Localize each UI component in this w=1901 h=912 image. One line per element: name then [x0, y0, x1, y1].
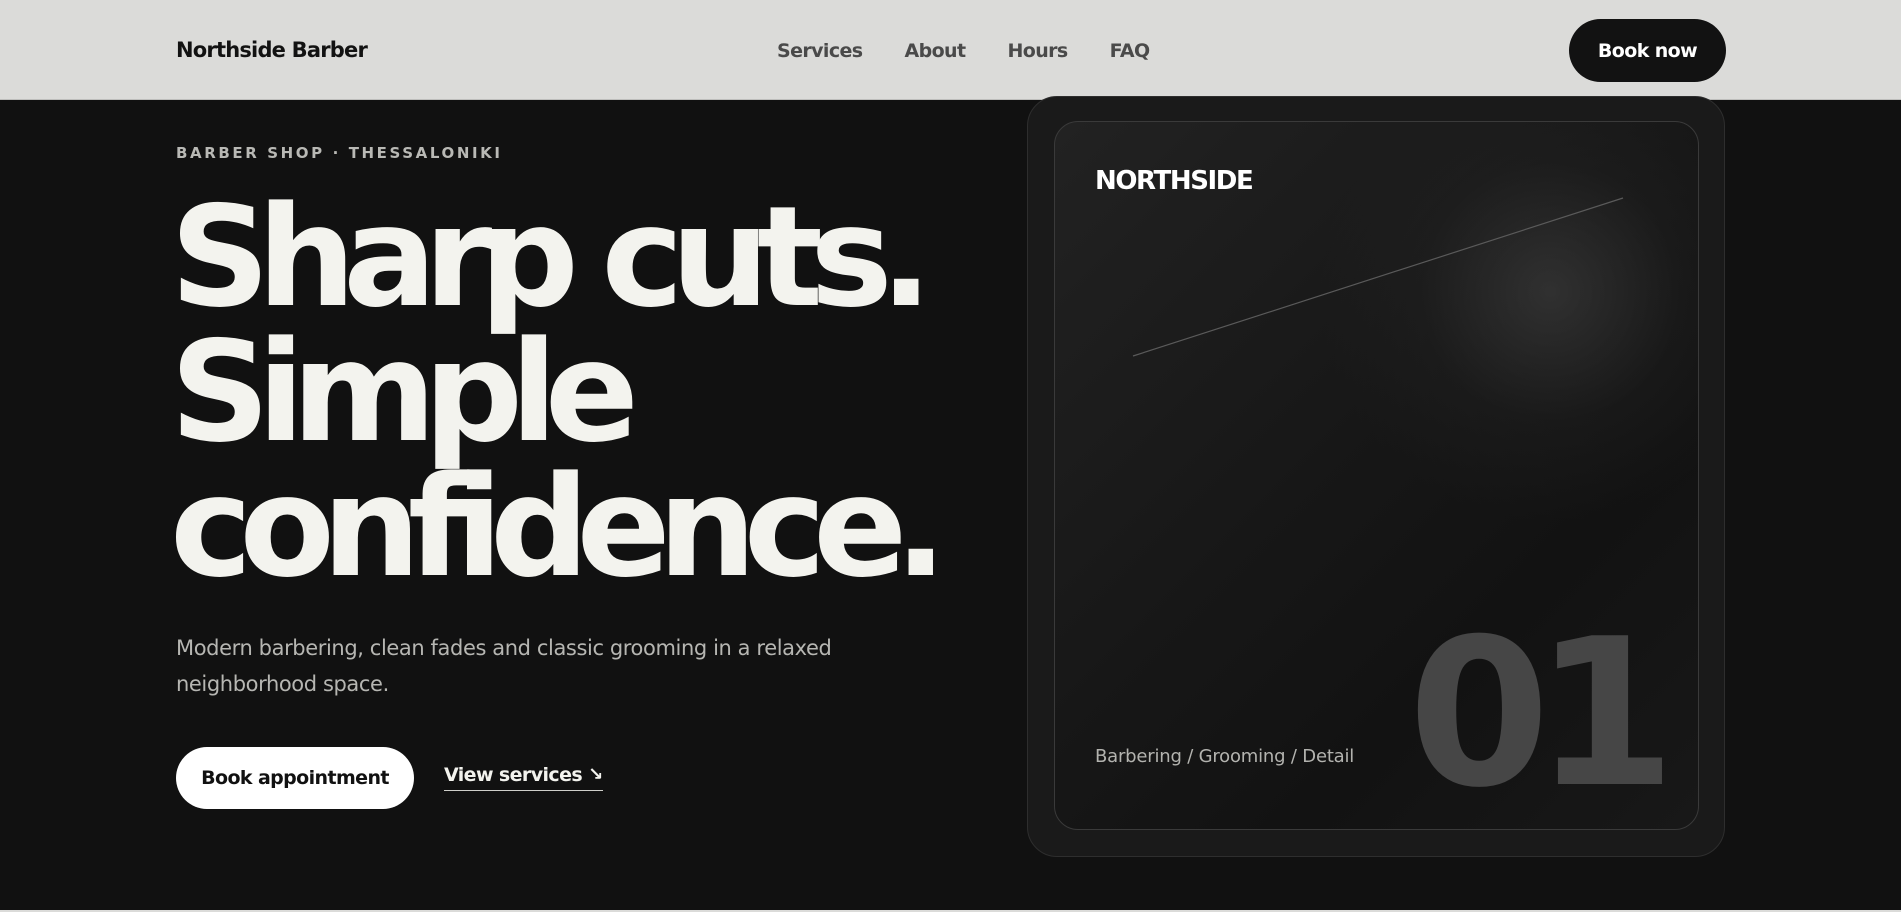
nav-link-hours[interactable]: Hours — [1007, 40, 1068, 62]
card-number: 01 — [1408, 596, 1676, 830]
view-services-label: View services — [444, 764, 583, 786]
hero-lead: Modern barbering, clean fades and classi… — [176, 636, 832, 696]
book-appointment-button[interactable]: Book appointment — [176, 747, 414, 809]
card-tagline: Barbering / Grooming / Detail — [1095, 746, 1355, 767]
headline-line-1: Sharp cuts. — [170, 176, 933, 338]
nav-link-faq[interactable]: FAQ — [1110, 40, 1150, 62]
hero-eyebrow: BARBER SHOP · THESSALONIKI — [176, 144, 503, 162]
main-nav: Services About Hours FAQ — [777, 40, 1192, 62]
headline-line-2: Simple — [170, 311, 639, 473]
book-now-button[interactable]: Book now — [1569, 19, 1726, 82]
nav-link-about[interactable]: About — [905, 40, 967, 62]
hero-headline: Sharp cuts. Simple confidence. — [170, 176, 990, 608]
headline-line-3: confidence. — [170, 446, 947, 608]
site-header: Northside Barber Services About Hours FA… — [0, 0, 1901, 100]
card-logo: NORTHSIDE — [1095, 166, 1254, 196]
hero-card-inner: NORTHSIDE Barbering / Grooming / Detail … — [1054, 121, 1699, 830]
nav-link-services[interactable]: Services — [777, 40, 863, 62]
view-services-link[interactable]: View services ↘ — [444, 764, 603, 791]
brand-logo[interactable]: Northside Barber — [176, 38, 368, 62]
arrow-down-right-icon: ↘ — [588, 764, 603, 785]
hero-card: NORTHSIDE Barbering / Grooming / Detail … — [1027, 96, 1725, 857]
